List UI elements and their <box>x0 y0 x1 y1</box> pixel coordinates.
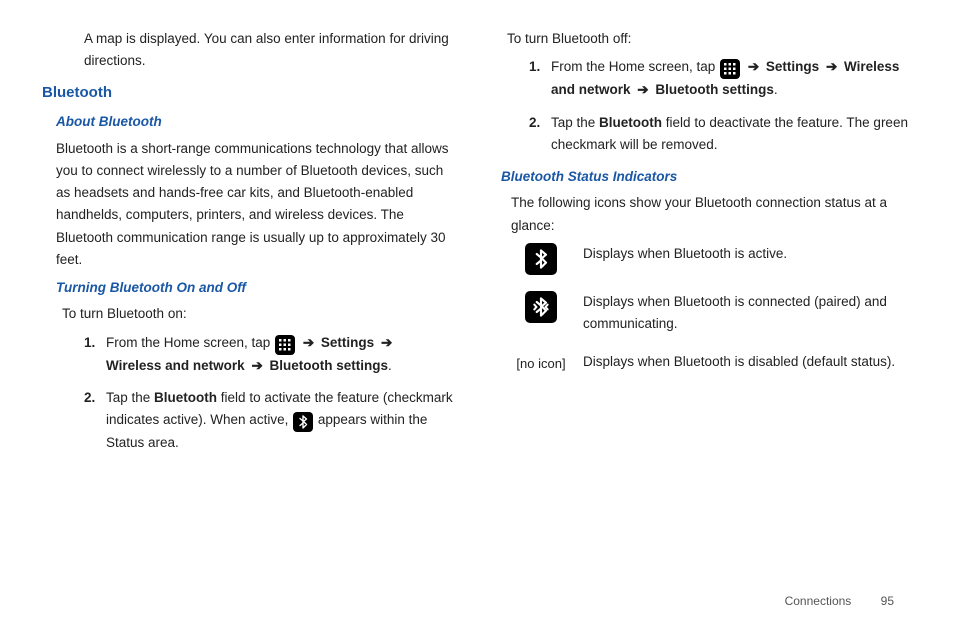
arrow-icon: ➔ <box>303 335 314 350</box>
page-footer: Connections 95 <box>785 594 894 608</box>
bluetooth-icon <box>293 412 313 432</box>
step-number: 1. <box>84 332 95 354</box>
body-text: A map is displayed. You can also enter i… <box>42 28 453 73</box>
step-item: 1. From the Home screen, tap ➔ Settings … <box>84 332 453 377</box>
status-icon-cell <box>513 243 569 275</box>
status-description: Displays when Bluetooth is connected (pa… <box>583 291 912 336</box>
arrow-icon: ➔ <box>748 59 759 74</box>
step-text: Tap the Bluetooth field to activate the … <box>106 390 453 450</box>
step-text: Tap the Bluetooth field to deactivate th… <box>551 115 908 152</box>
footer-page-number: 95 <box>881 594 894 608</box>
heading-turning-on-off: Turning Bluetooth On and Off <box>56 277 453 299</box>
status-icon-cell <box>513 291 569 336</box>
apps-grid-icon <box>720 59 740 79</box>
step-text: From the Home screen, tap ➔ Settings ➔ W… <box>551 59 899 97</box>
body-text: To turn Bluetooth off: <box>507 28 912 50</box>
body-text: To turn Bluetooth on: <box>62 303 453 325</box>
heading-status-indicators: Bluetooth Status Indicators <box>501 166 912 188</box>
step-number: 2. <box>84 387 95 409</box>
page-body: A map is displayed. You can also enter i… <box>0 0 954 588</box>
right-column: To turn Bluetooth off: 1. From the Home … <box>501 28 912 588</box>
bluetooth-connected-icon <box>525 291 557 323</box>
step-number: 2. <box>529 112 540 134</box>
heading-bluetooth: Bluetooth <box>42 81 453 106</box>
status-description: Displays when Bluetooth is active. <box>583 243 912 275</box>
steps-turn-on: 1. From the Home screen, tap ➔ Settings … <box>84 332 453 455</box>
no-icon-label: [no icon] <box>513 351 569 374</box>
status-description: Displays when Bluetooth is disabled (def… <box>583 351 912 374</box>
bluetooth-active-icon <box>525 243 557 275</box>
apps-grid-icon <box>275 335 295 355</box>
section-about: About Bluetooth Bluetooth is a short-ran… <box>42 111 453 454</box>
arrow-icon: ➔ <box>637 82 648 97</box>
arrow-icon: ➔ <box>381 335 392 350</box>
body-text: Bluetooth is a short-range communication… <box>56 138 453 272</box>
step-item: 1. From the Home screen, tap ➔ Settings … <box>529 56 912 101</box>
step-number: 1. <box>529 56 540 78</box>
status-indicator-table: Displays when Bluetooth is active. Displ… <box>513 243 912 375</box>
step-item: 2. Tap the Bluetooth field to activate t… <box>84 387 453 455</box>
heading-about-bluetooth: About Bluetooth <box>56 111 453 133</box>
left-column: A map is displayed. You can also enter i… <box>42 28 453 588</box>
arrow-icon: ➔ <box>251 358 262 373</box>
step-item: 2. Tap the Bluetooth field to deactivate… <box>529 112 912 157</box>
step-text: From the Home screen, tap ➔ Settings ➔ W… <box>106 335 395 373</box>
arrow-icon: ➔ <box>826 59 837 74</box>
body-text: The following icons show your Bluetooth … <box>511 192 912 237</box>
footer-section: Connections <box>785 594 852 608</box>
steps-turn-off: 1. From the Home screen, tap ➔ Settings … <box>529 56 912 156</box>
